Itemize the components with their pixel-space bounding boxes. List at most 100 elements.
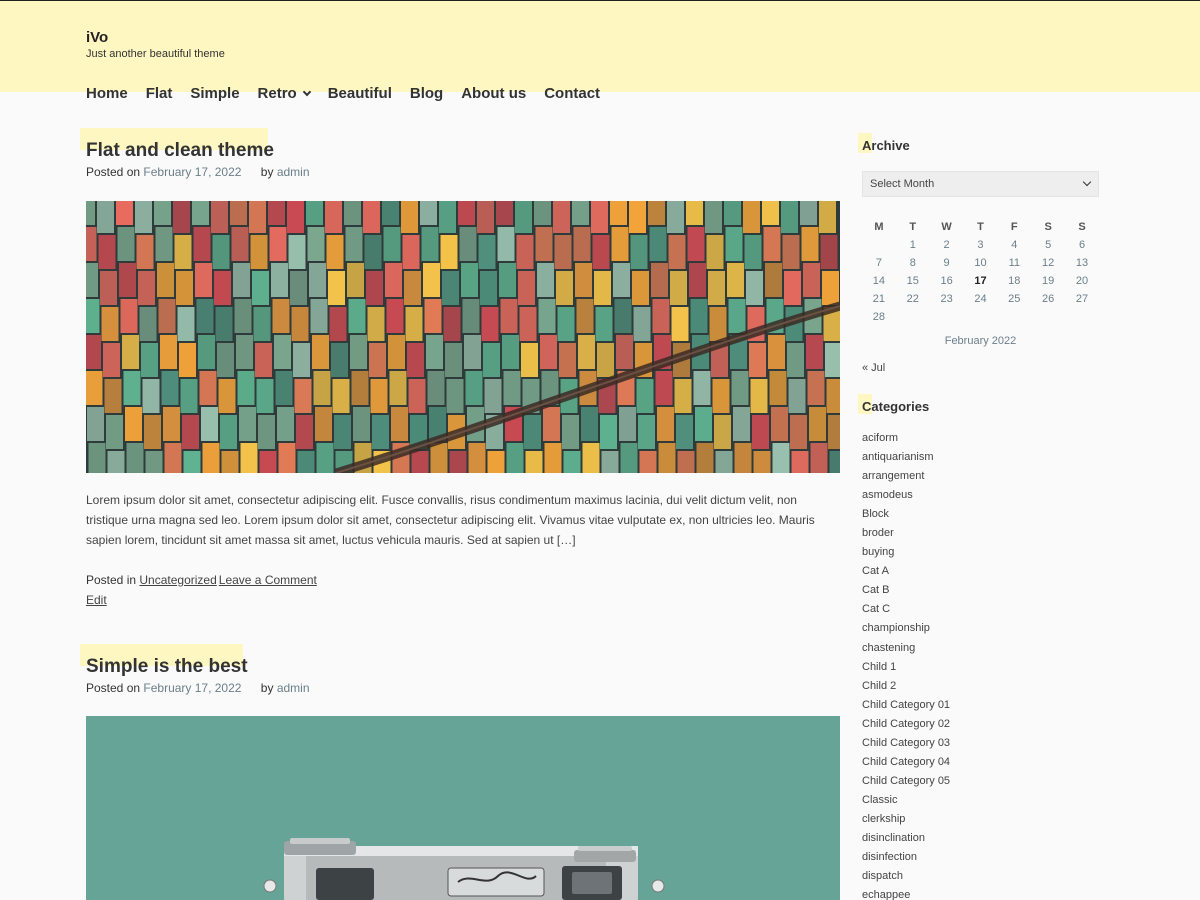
nav-item-home[interactable]: Home: [86, 83, 128, 103]
book-spine: [313, 371, 331, 405]
nav-item-label: Beautiful: [327, 84, 392, 102]
post-featured-image[interactable]: [86, 201, 840, 473]
post-date-link[interactable]: February 17, 2022: [143, 681, 241, 695]
calendar-caption: February 2022: [944, 335, 1017, 347]
category-link[interactable]: disinfection: [862, 851, 917, 863]
book-spine: [157, 263, 174, 297]
calendar-day: 7: [875, 257, 882, 269]
calendar-week-row: 7 8 9 10 11 12 13: [862, 254, 1099, 272]
calendar-empty-day: [997, 308, 1031, 326]
category-link[interactable]: arrangement: [862, 470, 924, 482]
book-spine: [183, 451, 201, 473]
author-link[interactable]: admin: [277, 165, 310, 179]
book-spine: [563, 451, 581, 473]
category-list-item: Child Category 02: [862, 715, 950, 734]
category-link[interactable]: Child Category 02: [862, 718, 950, 730]
calendar-weekday: F: [1010, 221, 1018, 233]
book-spine: [734, 443, 752, 473]
book-spine: [575, 263, 592, 297]
book-spine: [122, 335, 139, 369]
category-list-item: clerkship: [862, 810, 950, 829]
book-spine: [632, 271, 649, 305]
category-link[interactable]: antiquarianism: [862, 451, 934, 463]
book-spine: [237, 371, 255, 405]
category-link[interactable]: Child Category 04: [862, 756, 950, 768]
archive-month-select[interactable]: Select Month: [862, 171, 1099, 197]
post-title[interactable]: Simple is the best: [86, 656, 248, 678]
book-spine: [638, 415, 655, 449]
post-meta: Posted on February 17, 2022 by admin: [86, 165, 310, 179]
book-spine: [537, 263, 554, 297]
category-link[interactable]: Cat C: [862, 603, 890, 615]
edit-link[interactable]: Edit: [86, 593, 107, 607]
book-spine: [712, 379, 730, 413]
category-link[interactable]: Cat A: [862, 565, 889, 577]
book-spine: [464, 335, 481, 369]
post-title[interactable]: Flat and clean theme: [86, 140, 274, 162]
book-spine: [733, 407, 750, 441]
book-spine: [825, 343, 840, 377]
category-list-item: Cat B: [862, 581, 950, 600]
calendar-day: 6: [1078, 239, 1086, 251]
calendar-prev-link[interactable]: « Jul: [862, 362, 885, 374]
nav-item-flat[interactable]: Flat: [146, 83, 173, 103]
book-spine: [524, 415, 541, 449]
category-link[interactable]: asmodeus: [862, 489, 913, 501]
category-link[interactable]: Uncategorized: [139, 573, 216, 587]
category-link[interactable]: clerkship: [862, 813, 905, 825]
category-link[interactable]: chastening: [862, 642, 915, 654]
category-link[interactable]: Classic: [862, 794, 897, 806]
site-header: [0, 0, 1200, 92]
nav-item-about-us[interactable]: About us: [461, 83, 526, 103]
category-link[interactable]: Cat B: [862, 584, 890, 596]
category-link[interactable]: championship: [862, 622, 930, 634]
book-spine: [86, 263, 98, 297]
post-date-link[interactable]: February 17, 2022: [143, 165, 241, 179]
category-link[interactable]: Child Category 05: [862, 775, 950, 787]
book-spine: [310, 299, 328, 333]
calendar-day: 14: [872, 275, 886, 287]
nav-item-blog[interactable]: Blog: [410, 83, 443, 103]
nav-item-retro[interactable]: Retro: [258, 83, 311, 103]
book-spine: [715, 451, 733, 473]
book-spine: [211, 201, 228, 233]
book-spine: [405, 307, 423, 341]
calendar-day: 11: [1008, 257, 1020, 269]
book-spine: [271, 263, 288, 297]
book-spine: [88, 443, 106, 473]
book-spine: [784, 271, 801, 305]
leave-comment-link[interactable]: Leave a Comment: [219, 573, 317, 587]
category-list-item: Child Category 03: [862, 734, 950, 753]
category-link[interactable]: Child Category 01: [862, 699, 950, 711]
category-link[interactable]: broder: [862, 527, 894, 539]
book-spine: [230, 201, 247, 225]
category-link[interactable]: Block: [862, 508, 889, 520]
category-link[interactable]: disinclination: [862, 832, 925, 844]
category-link[interactable]: buying: [862, 546, 894, 558]
calendar-day: 27: [1075, 293, 1089, 305]
book-spine: [407, 343, 424, 377]
book-spine: [275, 371, 293, 405]
category-link[interactable]: aciform: [862, 432, 898, 444]
category-link[interactable]: dispatch: [862, 870, 903, 882]
category-link[interactable]: Child Category 03: [862, 737, 950, 749]
site-title[interactable]: iVo: [86, 29, 108, 46]
category-link[interactable]: echappee: [862, 889, 910, 900]
chevron-down-icon: [302, 87, 311, 96]
nav-item-beautiful[interactable]: Beautiful: [328, 83, 392, 103]
book-spine: [345, 227, 363, 261]
book-spine: [126, 443, 144, 473]
nav-item-simple[interactable]: Simple: [190, 83, 239, 103]
category-list-item: disinclination: [862, 829, 950, 848]
post-featured-image[interactable]: [86, 716, 840, 900]
category-link[interactable]: Child 1: [862, 661, 896, 673]
book-spine: [687, 227, 705, 261]
calendar-day: 13: [1075, 257, 1089, 269]
book-spine: [629, 201, 646, 233]
book-spine: [772, 443, 790, 473]
category-link[interactable]: Child 2: [862, 680, 896, 692]
author-link[interactable]: admin: [277, 681, 310, 695]
book-spine: [86, 371, 103, 405]
nav-item-contact[interactable]: Contact: [544, 83, 600, 103]
book-spine: [458, 201, 475, 225]
